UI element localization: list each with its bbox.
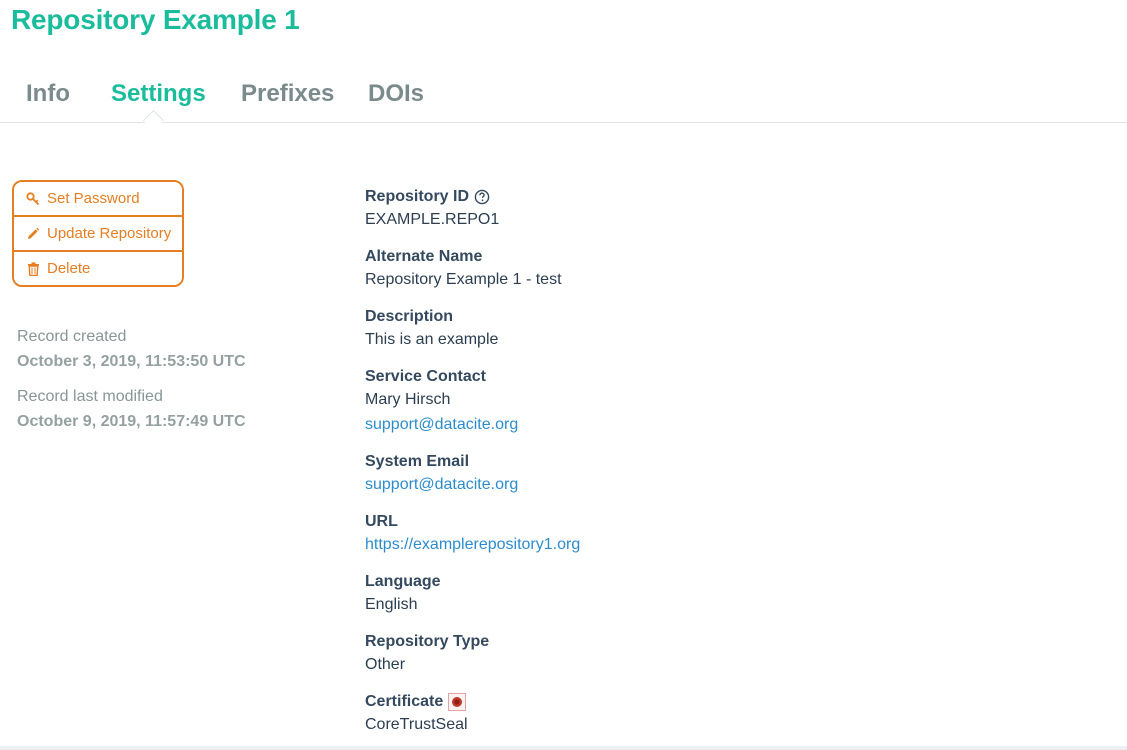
repository-type-label: Repository Type <box>365 632 490 650</box>
alternate-name-value: Repository Example 1 - test <box>365 271 562 288</box>
record-modified-value: October 9, 2019, 11:57:49 UTC <box>17 413 246 430</box>
set-password-label: Set Password <box>47 190 140 207</box>
pencil-icon <box>25 226 41 242</box>
description-label: Description <box>365 307 454 325</box>
repository-settings-page: Repository Example 1 Info Settings Prefi… <box>0 0 1127 750</box>
field-language: Language English <box>365 569 1065 619</box>
field-system-email: System Email support@datacite.org <box>365 449 1065 499</box>
url-label: URL <box>365 512 398 530</box>
field-alternate-name: Alternate Name Repository Example 1 - te… <box>365 244 1065 294</box>
field-service-contact: Service Contact Mary Hirsch support@data… <box>365 364 1065 439</box>
certificate-value: CoreTrustSeal <box>365 716 468 733</box>
repository-type-value: Other <box>365 656 406 673</box>
record-modified-label: Record last modified <box>17 388 163 405</box>
footer-divider <box>0 746 1127 750</box>
repository-id-value: EXAMPLE.REPO1 <box>365 211 500 228</box>
service-contact-email-link[interactable]: support@datacite.org <box>365 414 1065 439</box>
coretrustseal-badge-icon[interactable] <box>448 692 467 711</box>
alternate-name-label: Alternate Name <box>365 247 483 265</box>
delete-button[interactable]: Delete <box>14 250 182 285</box>
tab-dois[interactable]: DOIs <box>368 80 424 108</box>
tab-settings[interactable]: Settings <box>111 80 206 108</box>
field-repository-type: Repository Type Other <box>365 629 1065 679</box>
action-button-group: Set Password Update Repository Delete <box>12 180 184 287</box>
record-metadata: Record created October 3, 2019, 11:53:50… <box>17 326 317 446</box>
trash-icon <box>25 261 41 277</box>
delete-label: Delete <box>47 260 91 277</box>
update-repository-button[interactable]: Update Repository <box>14 215 182 250</box>
field-url: URL https://examplerepository1.org <box>365 509 1065 559</box>
tab-bar: Info Settings Prefixes DOIs <box>0 78 1127 123</box>
tab-info[interactable]: Info <box>26 80 70 108</box>
update-repository-label: Update Repository <box>47 225 172 242</box>
key-icon <box>25 191 41 207</box>
question-circle-icon[interactable] <box>474 189 490 205</box>
certificate-label: Certificate <box>365 692 444 710</box>
field-repository-id: Repository ID EXAMPLE.REPO1 <box>365 184 1065 234</box>
service-contact-name: Mary Hirsch <box>365 391 451 408</box>
language-label: Language <box>365 572 441 590</box>
field-certificate: Certificate CoreTrustSeal <box>365 689 1065 739</box>
tab-prefixes[interactable]: Prefixes <box>241 80 334 108</box>
repository-details: Repository ID EXAMPLE.REPO1 Alternate Na… <box>365 184 1065 749</box>
record-created-value: October 3, 2019, 11:53:50 UTC <box>17 353 246 370</box>
system-email-link[interactable]: support@datacite.org <box>365 474 1065 499</box>
record-created-label: Record created <box>17 328 127 345</box>
repository-url-link[interactable]: https://examplerepository1.org <box>365 534 1065 559</box>
language-value: English <box>365 596 418 613</box>
system-email-label: System Email <box>365 452 470 470</box>
description-value: This is an example <box>365 331 499 348</box>
page-title: Repository Example 1 <box>11 4 300 35</box>
field-description: Description This is an example <box>365 304 1065 354</box>
repository-id-label: Repository ID <box>365 187 470 205</box>
set-password-button[interactable]: Set Password <box>14 182 182 215</box>
service-contact-label: Service Contact <box>365 367 486 385</box>
